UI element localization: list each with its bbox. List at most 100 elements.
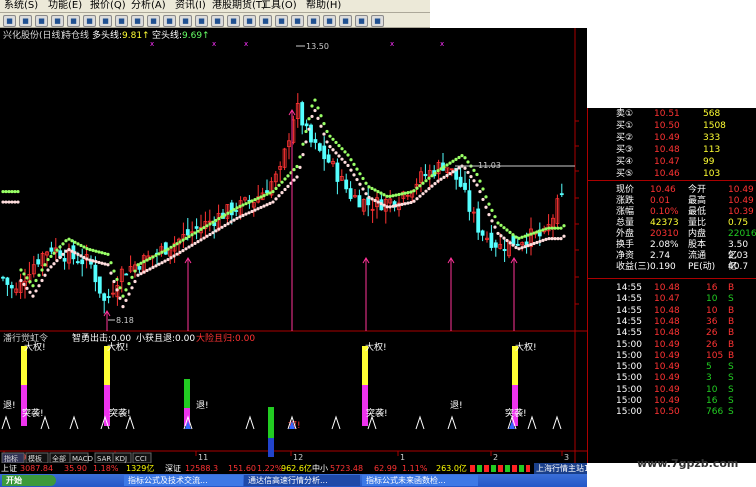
short-line-dot — [322, 132, 326, 136]
long-line-dot — [370, 186, 374, 191]
tab-label[interactable]: 全部 — [52, 454, 66, 463]
menu-item-3[interactable]: 分析(A) — [131, 0, 166, 12]
menu-item-1[interactable]: 功能(E) — [48, 0, 82, 12]
zx-change: 62.99 — [374, 464, 397, 473]
order-price: 10.46 — [654, 169, 680, 179]
user-icon[interactable]: ■ — [227, 15, 240, 27]
stat-label: 净资 — [616, 251, 635, 261]
menu-item-6[interactable]: 工具(O) — [261, 0, 297, 12]
tab-label[interactable]: 模板 — [28, 454, 42, 463]
long-line-value: 9.81↑ — [122, 31, 150, 41]
short-line-dot — [97, 260, 101, 265]
long-line-dot — [511, 233, 515, 237]
long-line-dot — [445, 163, 449, 167]
short-line-dot — [196, 240, 200, 244]
short-line-dot — [343, 160, 347, 164]
help-icon[interactable]: ■ — [339, 15, 352, 27]
tab-label[interactable]: SAR — [97, 455, 111, 463]
short-line-dot — [157, 262, 161, 266]
long-line-dot — [337, 143, 341, 148]
stat-value: 10.49 — [728, 196, 754, 206]
close-icon[interactable]: ■ — [371, 15, 384, 27]
long-line-dot — [205, 224, 209, 228]
kline-icon[interactable]: ■ — [83, 15, 96, 27]
long-line-dot — [427, 176, 431, 180]
taskbar-item-2[interactable]: 通达信高速行情分析... — [244, 475, 360, 486]
refresh-icon[interactable]: ■ — [51, 15, 64, 27]
candle-body — [93, 264, 98, 283]
short-line-dot — [370, 197, 374, 201]
long-line-dot — [79, 243, 83, 248]
tick-price: 10.50 — [654, 407, 680, 418]
long-line-dot — [19, 268, 23, 272]
menu-item-7[interactable]: 帮助(H) — [306, 0, 341, 12]
window-icon[interactable]: ■ — [355, 15, 368, 27]
menu-item-2[interactable]: 报价(Q) — [90, 0, 126, 12]
long-line-dot — [277, 183, 281, 187]
short-line-dot — [451, 170, 455, 174]
long-line-dot — [10, 189, 14, 194]
candle-body — [309, 124, 313, 143]
tick-price: 10.47 — [654, 294, 680, 305]
back-icon[interactable]: ■ — [3, 15, 16, 27]
grid-icon[interactable]: ■ — [115, 15, 128, 27]
mail-icon[interactable]: ■ — [291, 15, 304, 27]
long-line-dot — [514, 235, 518, 239]
menu-item-4[interactable]: 资讯(I) — [175, 0, 206, 12]
order-book-row: 买③ 10.48 113 — [588, 145, 756, 156]
candle-body — [335, 162, 340, 182]
settings-icon[interactable]: ■ — [323, 15, 336, 27]
short-line-dot — [295, 175, 299, 179]
calc-icon[interactable]: ■ — [243, 15, 256, 27]
home-icon[interactable]: ■ — [35, 15, 48, 27]
short-line-dot — [526, 244, 530, 248]
server-name[interactable]: 上海行情主站1 — [534, 463, 592, 474]
long-line-dot — [499, 223, 503, 227]
long-line-dot — [340, 147, 344, 151]
long-line-dot — [166, 247, 170, 251]
bar-icon[interactable]: ■ — [131, 15, 144, 27]
zoom-out-icon[interactable]: ■ — [163, 15, 176, 27]
list-icon[interactable]: ■ — [99, 15, 112, 27]
long-line-dot — [490, 208, 494, 213]
short-line-dot — [499, 234, 503, 238]
tab-label[interactable]: KDJ — [115, 455, 127, 463]
kline-chart[interactable]: 兴化股份(日线)持仓线多头线:9.81↑空头线:9.69↑12.0011.501… — [0, 28, 587, 463]
order-book-row: 买④ 10.47 99 — [588, 157, 756, 168]
info-icon[interactable]: ■ — [275, 15, 288, 27]
print-icon[interactable]: ■ — [307, 15, 320, 27]
menu-item-0[interactable]: 系统(S) — [4, 0, 38, 12]
tick-volume: 105 — [706, 350, 724, 361]
tab-label[interactable]: CCI — [135, 455, 147, 463]
index-status-bar: 上证 3087.84 35.90 1.18% 1329亿 深证 12588.3 … — [0, 463, 592, 474]
start-button[interactable]: 开始 — [2, 475, 56, 486]
candle-body — [265, 190, 269, 194]
star-icon[interactable]: ■ — [211, 15, 224, 27]
blank-area — [587, 0, 756, 108]
short-line-dot — [235, 216, 239, 220]
taskbar-item-1[interactable]: 指标公式及技术交流... — [124, 475, 243, 486]
tab-label[interactable]: MACD — [72, 455, 93, 463]
signal-label-big: 大权! — [365, 341, 387, 353]
search-icon[interactable]: ■ — [195, 15, 208, 27]
alarm-icon[interactable]: ■ — [259, 15, 272, 27]
chart-icon[interactable]: ■ — [67, 15, 80, 27]
tick-row: 14:55 10.47 10 S — [588, 294, 756, 305]
menu-item-5[interactable]: 港股期货(T) — [212, 0, 266, 12]
long-line-dot — [346, 153, 350, 157]
candle-body — [75, 261, 80, 264]
short-line-dot — [478, 189, 482, 194]
cross-icon[interactable]: ■ — [179, 15, 192, 27]
short-line-dot — [436, 179, 440, 183]
order-volume: 1508 — [703, 121, 726, 131]
taskbar-item-3[interactable]: 指标公式未来函数检... — [362, 475, 478, 486]
forward-icon[interactable]: ■ — [19, 15, 32, 27]
short-line-dot — [67, 248, 71, 252]
short-line-dot — [313, 108, 317, 113]
zoom-in-icon[interactable]: ■ — [147, 15, 160, 27]
tab-label[interactable]: 指标 — [4, 454, 18, 463]
long-line-dot — [541, 228, 545, 232]
long-line-dot — [241, 203, 245, 207]
long-line-dot — [157, 252, 161, 256]
reference-label: 11.03 — [478, 161, 501, 170]
